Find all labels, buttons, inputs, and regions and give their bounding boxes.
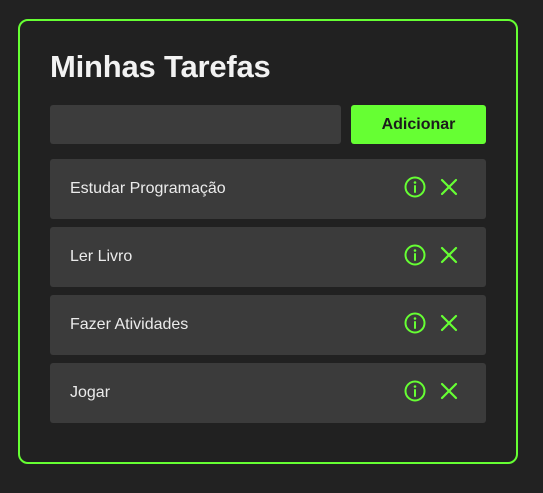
info-circle-icon (404, 244, 426, 266)
task-details-button[interactable] (403, 175, 427, 199)
info-circle-icon (404, 312, 426, 334)
close-x-icon (440, 246, 458, 264)
close-x-icon (440, 382, 458, 400)
info-circle-icon (404, 176, 426, 198)
task-label: Fazer Atividades (70, 316, 189, 333)
task-item[interactable]: Jogar (50, 363, 486, 423)
new-task-input[interactable] (50, 105, 341, 144)
task-details-button[interactable] (403, 243, 427, 267)
task-delete-button[interactable] (437, 311, 461, 335)
task-item[interactable]: Fazer Atividades (50, 295, 486, 355)
task-delete-button[interactable] (437, 175, 461, 199)
close-x-icon (440, 314, 458, 332)
task-details-button[interactable] (403, 311, 427, 335)
task-delete-button[interactable] (437, 243, 461, 267)
task-item[interactable]: Estudar Programação (50, 159, 486, 219)
add-task-button[interactable]: Adicionar (351, 105, 486, 144)
add-task-form: Adicionar (50, 104, 486, 144)
task-details-button[interactable] (403, 379, 427, 403)
task-label: Estudar Programação (70, 180, 226, 197)
page-title: Minhas Tarefas (50, 49, 271, 84)
task-app-container: Minhas Tarefas Adicionar Estudar Program… (18, 19, 518, 464)
task-label: Jogar (70, 384, 111, 401)
task-delete-button[interactable] (437, 379, 461, 403)
info-circle-icon (404, 380, 426, 402)
task-label: Ler Livro (70, 248, 133, 265)
close-x-icon (440, 178, 458, 196)
task-item[interactable]: Ler Livro (50, 227, 486, 287)
task-list: Estudar Programação Ler Livro Fazer Ativ… (50, 159, 486, 431)
